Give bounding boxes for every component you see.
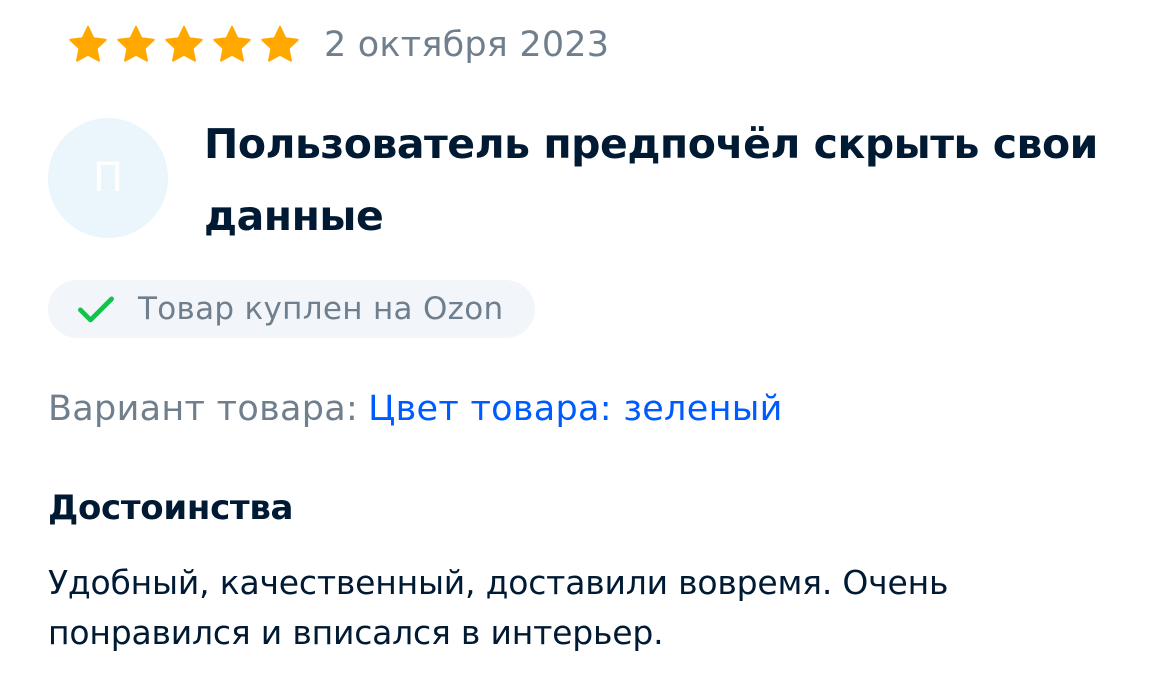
review-card: 2 октября 2023 П Пользователь предпочёл … [0, 0, 1170, 678]
rating-row: 2 октября 2023 [66, 22, 609, 68]
pros-title: Достоинства [48, 488, 294, 528]
pros-text: Удобный, качественный, доставили вовремя… [48, 563, 949, 652]
star-rating [66, 23, 302, 67]
star-icon [210, 23, 254, 67]
variant-value-link[interactable]: Цвет товара: зеленый [368, 389, 783, 429]
check-icon [74, 287, 118, 331]
star-icon [258, 23, 302, 67]
star-icon [162, 23, 206, 67]
star-icon [114, 23, 158, 67]
purchased-badge: Товар куплен на Ozon [48, 280, 535, 338]
variant-row: Вариант товара: Цвет товара: зеленый [48, 385, 783, 433]
avatar: П [48, 118, 168, 238]
purchased-badge-text: Товар куплен на Ozon [138, 291, 504, 327]
avatar-letter: П [92, 155, 124, 201]
variant-label: Вариант товара: [48, 389, 359, 429]
author-name: Пользователь предпочёл скрыть свои данны… [204, 120, 1098, 240]
review-date: 2 октября 2023 [324, 25, 610, 65]
star-icon [66, 23, 110, 67]
